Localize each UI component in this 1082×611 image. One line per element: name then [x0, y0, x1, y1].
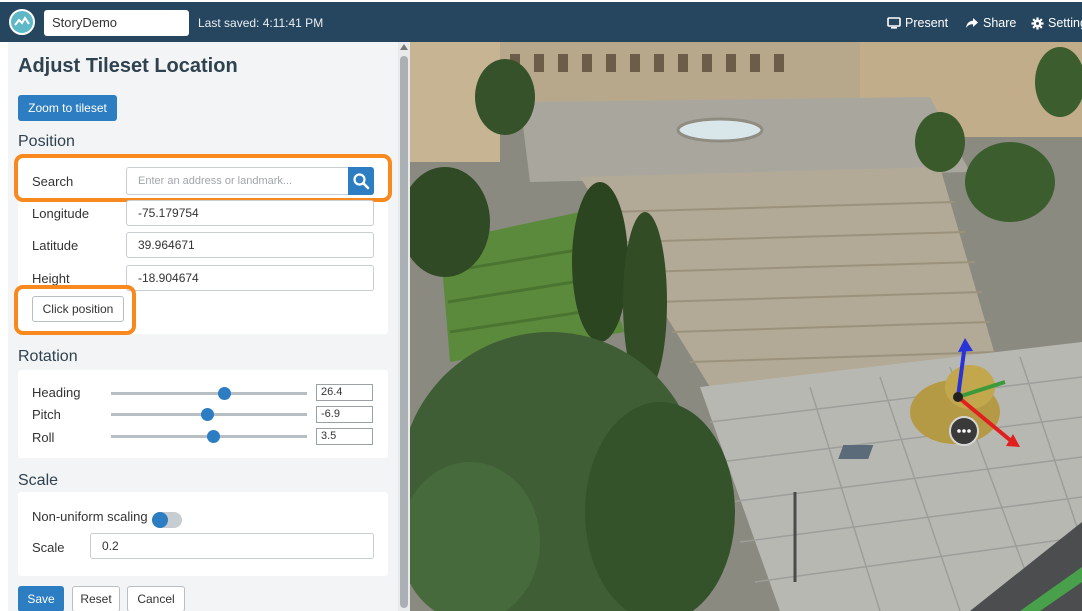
roll-value-field[interactable]: 3.5 [316, 428, 373, 445]
latitude-field[interactable]: 39.964671 [126, 232, 374, 258]
scale-label: Scale [32, 540, 65, 555]
reset-button[interactable]: Reset [72, 586, 120, 611]
cancel-button[interactable]: Cancel [127, 586, 185, 611]
app-logo-icon[interactable] [9, 9, 35, 35]
present-label: Present [905, 16, 949, 30]
scale-field[interactable]: 0.2 [90, 533, 374, 559]
heading-slider[interactable] [111, 387, 307, 400]
click-position-button[interactable]: Click position [32, 296, 124, 322]
longitude-label: Longitude [32, 206, 90, 221]
settings-label: Settings [1048, 16, 1082, 30]
pitch-value-field[interactable]: -6.9 [316, 406, 373, 423]
pitch-label: Pitch [32, 407, 61, 422]
roll-slider-handle[interactable] [207, 430, 220, 443]
search-input[interactable] [126, 167, 348, 195]
pitch-slider[interactable] [111, 408, 307, 421]
longitude-field[interactable]: -75.179754 [126, 200, 374, 226]
settings-button[interactable]: Settings [1031, 16, 1082, 30]
panel-scrollbar[interactable] [398, 42, 410, 611]
pitch-slider-handle[interactable] [201, 408, 214, 421]
share-arrow-icon [965, 17, 979, 29]
last-saved-status: Last saved: 4:11:41 PM [198, 16, 324, 30]
gear-icon [1031, 16, 1044, 30]
monitor-icon [887, 17, 901, 29]
present-button[interactable]: Present [887, 16, 948, 30]
share-button[interactable]: Share [965, 16, 1016, 30]
adjust-tileset-panel: Adjust Tileset Location Zoom to tileset … [8, 42, 398, 611]
search-button[interactable] [348, 167, 374, 195]
heading-slider-handle[interactable] [218, 387, 231, 400]
story-name-field[interactable]: StoryDemo [44, 10, 189, 36]
search-label: Search [32, 174, 74, 189]
scale-section-label: Scale [18, 472, 59, 489]
non-uniform-scaling-label: Non-uniform scaling [32, 509, 148, 524]
object-options-button[interactable] [949, 416, 979, 446]
scroll-up-arrow-icon[interactable] [400, 44, 408, 50]
latitude-label: Latitude [32, 238, 79, 253]
non-uniform-scaling-toggle[interactable] [152, 512, 182, 528]
height-field[interactable]: -18.904674 [126, 265, 374, 291]
scrollbar-thumb[interactable] [400, 56, 408, 608]
panel-title: Adjust Tileset Location [18, 55, 238, 77]
zoom-to-tileset-button[interactable]: Zoom to tileset [18, 95, 117, 121]
share-label: Share [983, 16, 1017, 30]
heading-value-field[interactable]: 26.4 [316, 384, 373, 401]
rotation-section-label: Rotation [18, 348, 78, 365]
roll-slider[interactable] [111, 430, 307, 443]
heading-label: Heading [32, 385, 81, 400]
position-section-label: Position [18, 133, 75, 150]
roll-label: Roll [32, 430, 55, 445]
3d-map-viewport[interactable] [410, 42, 1082, 611]
save-button[interactable]: Save [18, 586, 64, 611]
height-label: Height [32, 271, 70, 286]
top-bar: StoryDemo Last saved: 4:11:41 PM Present… [0, 0, 1082, 42]
toggle-knob [152, 512, 168, 528]
map-scene [410, 42, 1082, 611]
